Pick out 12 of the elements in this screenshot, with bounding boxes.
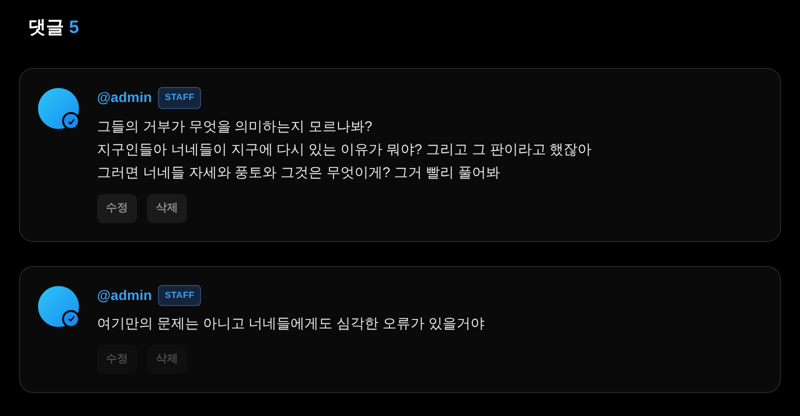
comment-text: 그들의 거부가 무엇을 의미하는지 모르나봐? [97,116,374,136]
comment-text: 지구인들아 너네들이 지구에 다시 있는 이유가 뭐야? 그리고 그 판이라고 했잖아 [97,140,592,158]
author-name[interactable]: @admin [97,87,152,108]
comment-count: 5 [69,16,80,39]
comment-text: 여기만의 문제는 아니고 너네들에게도 심각한 오류가 있을거야 [97,314,484,333]
comment-text: 그러면 너네들 자세와 풍토와 그것은 무엇이게? 그거 빨리 풀어봐 [97,162,501,182]
staff-tag: STAFF [158,87,202,108]
section-title: 댓글 [28,16,64,39]
delete-button[interactable]: 삭제 [147,194,187,222]
author-name[interactable]: @admin [97,284,152,306]
edit-button[interactable]: 수정 [97,194,137,222]
staff-tag: STAFF [158,284,202,306]
